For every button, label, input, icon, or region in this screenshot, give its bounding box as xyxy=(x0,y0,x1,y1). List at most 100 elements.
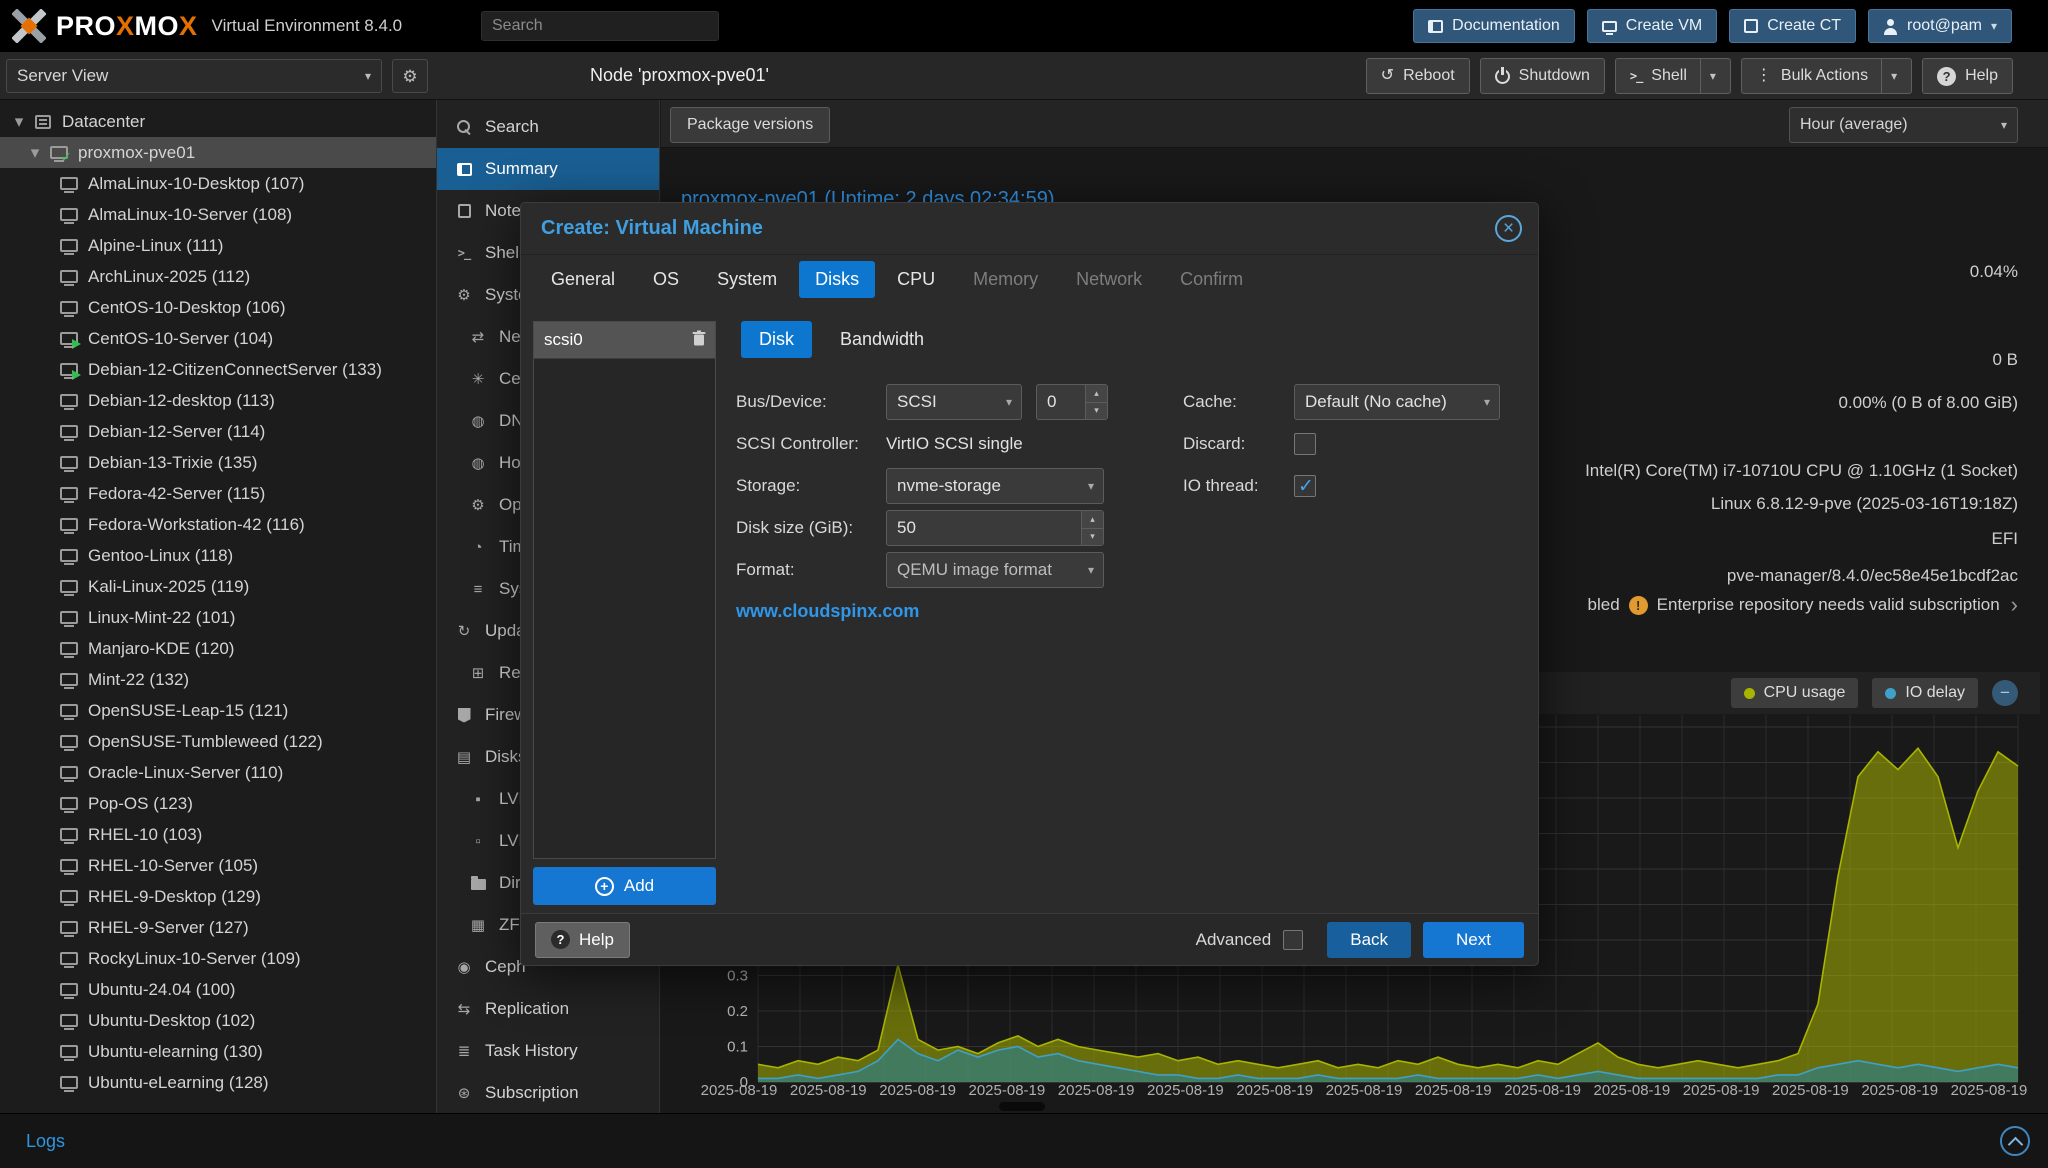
grid-icon: ▦ xyxy=(467,916,489,934)
bus-select[interactable]: SCSI▾ xyxy=(886,384,1022,420)
documentation-button[interactable]: Documentation xyxy=(1413,9,1575,43)
vm-item[interactable]: RHEL-10-Server (105) xyxy=(0,850,436,881)
package-versions-button[interactable]: Package versions xyxy=(670,107,830,143)
disk-size-spinner[interactable]: 50 ▴▾ xyxy=(886,510,1104,546)
vm-item[interactable]: Debian-12-CitizenConnectServer (133) xyxy=(0,354,436,385)
vm-item[interactable]: Linux-Mint-22 (101) xyxy=(0,602,436,633)
repository-status-row[interactable]: bled ! Enterprise repository needs valid… xyxy=(1588,594,2018,616)
menu-item-subscription[interactable]: ⊛Subscription xyxy=(437,1072,659,1113)
vm-item[interactable]: OpenSUSE-Leap-15 (121) xyxy=(0,695,436,726)
proxmox-app: PROXMOX Virtual Environment 8.4.0 Docume… xyxy=(0,0,2048,1168)
shell-button[interactable]: >_Shell▾ xyxy=(1615,58,1731,94)
logs-bar[interactable]: Logs xyxy=(0,1113,2048,1168)
view-settings-button[interactable]: ⚙ xyxy=(392,59,428,93)
create-ct-button[interactable]: Create CT xyxy=(1729,9,1856,43)
expander-icon[interactable]: ▾ xyxy=(8,112,30,132)
vm-item[interactable]: Manjaro-KDE (120) xyxy=(0,633,436,664)
vm-item[interactable]: Ubuntu-eLearning (128) xyxy=(0,1067,436,1098)
advanced-checkbox[interactable] xyxy=(1283,930,1303,950)
wizard-tab-system[interactable]: System xyxy=(701,261,793,298)
vm-item[interactable]: RHEL-9-Server (127) xyxy=(0,912,436,943)
vm-item[interactable]: AlmaLinux-10-Server (108) xyxy=(0,199,436,230)
io-thread-label: IO thread: xyxy=(1183,468,1259,504)
menu-item-search[interactable]: Search xyxy=(437,106,659,148)
stat-cpu-model: Intel(R) Core(TM) i7-10710U CPU @ 1.10GH… xyxy=(1585,461,2018,481)
trash-icon[interactable] xyxy=(692,330,706,351)
vm-item[interactable]: CentOS-10-Desktop (106) xyxy=(0,292,436,323)
chevron-up-icon[interactable] xyxy=(2000,1126,2030,1156)
vm-item[interactable]: Ubuntu-Desktop (102) xyxy=(0,1005,436,1036)
expander-icon[interactable]: ▾ xyxy=(24,143,46,163)
chevron-down-icon: ▾ xyxy=(1991,19,1997,33)
wizard-tab-general[interactable]: General xyxy=(535,261,631,298)
discard-checkbox[interactable] xyxy=(1294,433,1316,455)
vm-item[interactable]: RockyLinux-10-Server (109) xyxy=(0,943,436,974)
cloudspinx-link[interactable]: www.cloudspinx.com xyxy=(736,601,919,622)
global-search-input[interactable] xyxy=(481,11,719,41)
menu-item-summary[interactable]: Summary xyxy=(437,148,659,190)
vm-item[interactable]: AlmaLinux-10-Desktop (107) xyxy=(0,168,436,199)
subtab-bandwidth[interactable]: Bandwidth xyxy=(822,321,942,358)
vm-item[interactable]: Debian-12-Server (114) xyxy=(0,416,436,447)
repo-icon: ⊞ xyxy=(467,664,489,682)
wizard-tab-os[interactable]: OS xyxy=(637,261,695,298)
io-thread-checkbox[interactable] xyxy=(1294,475,1316,497)
add-disk-button[interactable]: +Add xyxy=(533,867,716,905)
proxmox-x-icon xyxy=(12,9,46,43)
vm-item[interactable]: Fedora-42-Server (115) xyxy=(0,478,436,509)
vm-item[interactable]: Gentoo-Linux (118) xyxy=(0,540,436,571)
vm-item[interactable]: RHEL-9-Desktop (129) xyxy=(0,881,436,912)
product-version: Virtual Environment 8.4.0 xyxy=(212,16,403,36)
vm-item[interactable]: CentOS-10-Server (104) xyxy=(0,323,436,354)
help-button[interactable]: ?Help xyxy=(1922,58,2013,94)
vm-item[interactable]: Alpine-Linux (111) xyxy=(0,230,436,261)
timeframe-select[interactable]: Hour (average)▾ xyxy=(1789,107,2018,143)
tree-item-node[interactable]: ▾ proxmox-pve01 xyxy=(0,137,436,168)
scsi-controller-label: SCSI Controller: xyxy=(736,426,859,462)
dialog-header: Create: Virtual Machine × xyxy=(521,203,1538,255)
storage-select[interactable]: nvme-storage▾ xyxy=(886,468,1104,504)
menu-item-replication[interactable]: ⇆Replication xyxy=(437,988,659,1030)
vm-item[interactable]: Oracle-Linux-Server (110) xyxy=(0,757,436,788)
wizard-tab-cpu[interactable]: CPU xyxy=(881,261,951,298)
vm-item[interactable]: Debian-13-Trixie (135) xyxy=(0,447,436,478)
user-menu-button[interactable]: root@pam▾ xyxy=(1868,9,2012,43)
svg-text:2025-08-19: 2025-08-19 xyxy=(701,1082,778,1099)
bulk-actions-button[interactable]: ⋮Bulk Actions▾ xyxy=(1741,58,1912,94)
reboot-button[interactable]: ↺Reboot xyxy=(1366,58,1470,94)
dialog-help-button[interactable]: ?Help xyxy=(535,922,630,958)
vm-item[interactable]: OpenSUSE-Tumbleweed (122) xyxy=(0,726,436,757)
scrollbar-thumb[interactable] xyxy=(999,1102,1045,1111)
create-vm-dialog: Create: Virtual Machine × GeneralOSSyste… xyxy=(520,202,1539,966)
close-icon[interactable]: × xyxy=(1495,215,1522,242)
vm-item[interactable]: Fedora-Workstation-42 (116) xyxy=(0,509,436,540)
tree-item-datacenter[interactable]: ▾ Datacenter xyxy=(0,106,436,137)
vm-icon xyxy=(60,425,78,438)
spinner-arrows[interactable]: ▴▾ xyxy=(1081,511,1103,545)
wizard-tab-disks[interactable]: Disks xyxy=(799,261,875,298)
cube-icon xyxy=(1744,19,1758,33)
cache-select[interactable]: Default (No cache)▾ xyxy=(1294,384,1500,420)
vm-item[interactable]: RHEL-10 (103) xyxy=(0,819,436,850)
create-vm-button[interactable]: Create VM xyxy=(1587,9,1717,43)
subtab-disk[interactable]: Disk xyxy=(741,321,812,358)
vm-item[interactable]: Debian-12-desktop (113) xyxy=(0,385,436,416)
spinner-arrows[interactable]: ▴▾ xyxy=(1085,385,1107,419)
next-button[interactable]: Next xyxy=(1423,922,1524,958)
cert-icon: ✳ xyxy=(467,370,489,388)
vm-item[interactable]: Mint-22 (132) xyxy=(0,664,436,695)
vm-item[interactable]: Kali-Linux-2025 (119) xyxy=(0,571,436,602)
view-mode-select[interactable]: Server View▾ xyxy=(6,59,382,93)
shutdown-button[interactable]: Shutdown xyxy=(1480,58,1605,94)
bus-number-spinner[interactable]: 0 ▴▾ xyxy=(1036,384,1108,420)
back-button[interactable]: Back xyxy=(1327,922,1411,958)
vm-item[interactable]: Ubuntu-elearning (130) xyxy=(0,1036,436,1067)
node-toolbar: Server View▾ ⚙ Node 'proxmox-pve01' ↺Reb… xyxy=(0,52,2048,100)
menu-item-task-history[interactable]: ≣Task History xyxy=(437,1030,659,1072)
vm-item[interactable]: Ubuntu-24.04 (100) xyxy=(0,974,436,1005)
vm-item[interactable]: Pop-OS (123) xyxy=(0,788,436,819)
disk-list-item[interactable]: scsi0 xyxy=(534,322,715,359)
format-select[interactable]: QEMU image format▾ xyxy=(886,552,1104,588)
dialog-footer: ?Help Advanced Back Next xyxy=(521,913,1538,965)
vm-item[interactable]: ArchLinux-2025 (112) xyxy=(0,261,436,292)
